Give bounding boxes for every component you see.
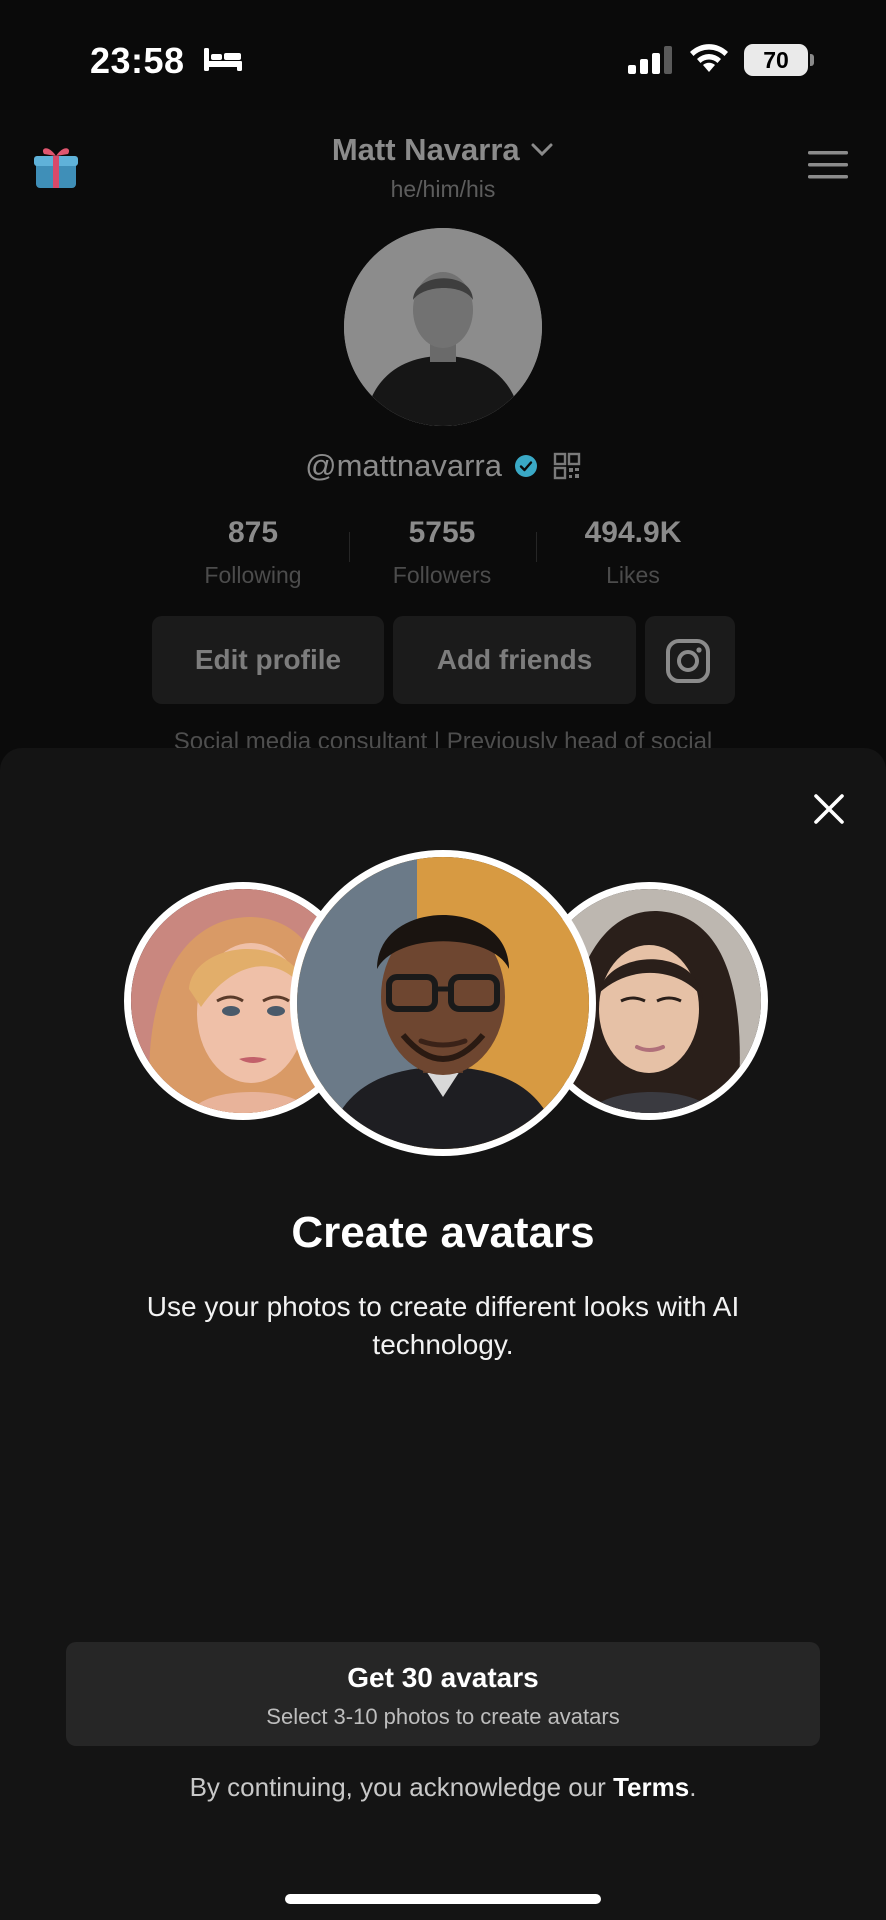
verified-icon: [515, 455, 538, 477]
avatar-examples: [0, 850, 886, 1160]
profile-pronouns: he/him/his: [390, 176, 496, 202]
terms-prefix: By continuing, you acknowledge our: [189, 1772, 614, 1802]
stat-label: Followers: [392, 562, 492, 588]
bed-icon: [204, 48, 242, 71]
instagram-button[interactable]: [645, 616, 735, 704]
status-time: 23:58: [90, 40, 185, 81]
stat-value: 875: [227, 516, 279, 549]
battery-indicator: 70: [744, 44, 808, 76]
stat-value: 5755: [408, 516, 476, 549]
stat-divider: [536, 532, 537, 562]
avatar-example-man-glasses: [290, 850, 596, 1156]
create-avatars-sheet: Create avatars Use your photos to create…: [0, 748, 886, 1920]
terms-suffix: .: [689, 1772, 697, 1802]
stat-followers[interactable]: 5755 Followers: [352, 516, 532, 589]
terms-link[interactable]: Terms: [613, 1772, 689, 1802]
status-bar: 23:58 70: [0, 0, 886, 110]
wifi-icon: [690, 44, 728, 72]
profile-avatar[interactable]: [344, 228, 542, 426]
get-avatars-subtext: Select 3-10 photos to create avatars: [266, 1704, 620, 1729]
stat-label: Likes: [606, 562, 660, 588]
home-indicator[interactable]: [285, 1894, 601, 1904]
add-friends-button[interactable]: Add friends: [393, 616, 636, 704]
menu-icon[interactable]: [808, 150, 848, 180]
profile-name-switcher[interactable]: Matt Navarra: [0, 132, 886, 168]
profile-background: Matt Navarra he/him/his @mattnavarra 875…: [0, 110, 886, 755]
stat-value: 494.9K: [584, 516, 682, 549]
stat-following[interactable]: 875 Following: [163, 516, 343, 589]
terms-notice: By continuing, you acknowledge our Terms…: [0, 1772, 886, 1803]
close-icon[interactable]: [812, 792, 846, 826]
stat-likes[interactable]: 494.9K Likes: [543, 516, 723, 589]
edit-profile-button[interactable]: Edit profile: [152, 616, 384, 704]
stat-divider: [349, 532, 350, 562]
sheet-description: Use your photos to create different look…: [146, 1291, 740, 1360]
sheet-title: Create avatars: [291, 1208, 595, 1257]
instagram-icon: [666, 639, 710, 683]
username: @mattnavarra: [305, 448, 502, 483]
chevron-down-icon: [531, 143, 553, 157]
qr-icon[interactable]: [553, 452, 581, 480]
profile-name: Matt Navarra: [331, 132, 520, 167]
get-avatars-label: Get 30 avatars: [347, 1662, 539, 1693]
username-row: @mattnavarra: [0, 448, 886, 484]
get-avatars-button[interactable]: Get 30 avatars Select 3-10 photos to cre…: [66, 1642, 820, 1746]
stat-label: Following: [204, 562, 302, 588]
signal-icon: [628, 46, 672, 74]
battery-cap: [810, 54, 814, 66]
